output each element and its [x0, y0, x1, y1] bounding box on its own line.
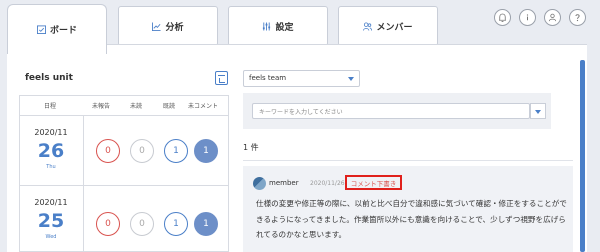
unit-title: feels unit: [25, 73, 73, 83]
header-unread: 未読: [130, 103, 143, 110]
row-day: 25: [37, 210, 65, 232]
scrollbar[interactable]: [580, 60, 585, 252]
team-select-value: feels team: [249, 74, 287, 82]
avatar: [253, 177, 266, 190]
read-count[interactable]: 1: [164, 139, 188, 163]
divider: [83, 186, 84, 252]
row-year: 2020/11: [34, 128, 68, 137]
report-status-table: 日程 未報告 未読 既読 未コメント 2020/11 26 Thu 0 0 1 …: [19, 95, 229, 252]
tab-board[interactable]: ボード: [7, 4, 107, 54]
row-weekday: Wed: [45, 234, 57, 240]
chevron-down-icon: [348, 77, 354, 81]
header-date: 日程: [44, 103, 57, 110]
chart-icon: [152, 21, 162, 31]
result-count: 1 件: [243, 143, 259, 152]
tab-settings-label: 設定: [275, 22, 294, 33]
header-read: 既読: [163, 103, 176, 110]
unread-count[interactable]: 0: [130, 212, 154, 236]
info-icon[interactable]: [519, 9, 536, 26]
help-icon[interactable]: [569, 9, 586, 26]
uncommented-count[interactable]: 1: [194, 212, 218, 236]
checkbox-calendar-icon: [36, 25, 46, 34]
tab-members-label: メンバー: [376, 22, 413, 33]
tab-analysis-label: 分析: [165, 22, 184, 33]
divider: [243, 160, 573, 161]
people-icon: [363, 21, 373, 31]
divider: [83, 116, 84, 185]
table-row[interactable]: 2020/11 26 Thu 0 0 1 1: [20, 116, 228, 186]
calendar-icon[interactable]: [215, 71, 228, 85]
row-day: 26: [37, 140, 65, 162]
post-date: 2020/11/26: [310, 180, 345, 187]
search-options-dropdown[interactable]: [530, 103, 546, 119]
header-actions: [494, 9, 586, 26]
read-count[interactable]: 1: [164, 212, 188, 236]
tab-analysis[interactable]: 分析: [118, 6, 218, 46]
tab-settings[interactable]: 設定: [228, 6, 328, 46]
row-weekday: Thu: [46, 164, 56, 170]
post-author: member: [269, 179, 299, 187]
unreported-count[interactable]: 0: [96, 212, 120, 236]
unread-count[interactable]: 0: [130, 139, 154, 163]
tab-members[interactable]: メンバー: [338, 6, 438, 46]
uncommented-count[interactable]: 1: [194, 139, 218, 163]
bell-icon[interactable]: [494, 9, 511, 26]
table-header: 日程 未報告 未読 既読 未コメント: [20, 96, 228, 116]
header-uncommented: 未コメント: [188, 103, 219, 110]
post-body: 仕様の変更や修正等の際に、以前と比べ自分で違和感に気づいて確認・修正をすることが…: [256, 199, 567, 239]
table-row[interactable]: 2020/11 25 Wed 0 0 1 1: [20, 186, 228, 252]
row-year: 2020/11: [34, 198, 68, 207]
header-unreported: 未報告: [92, 103, 111, 110]
tab-board-label: ボード: [49, 26, 77, 36]
comment-draft-button[interactable]: コメント下書き: [345, 175, 402, 190]
user-icon[interactable]: [544, 9, 561, 26]
sliders-icon: [262, 21, 271, 31]
team-select[interactable]: feels team: [243, 70, 360, 87]
unreported-count[interactable]: 0: [96, 139, 120, 163]
keyword-search-input[interactable]: キーワードを入力してください: [252, 103, 530, 119]
